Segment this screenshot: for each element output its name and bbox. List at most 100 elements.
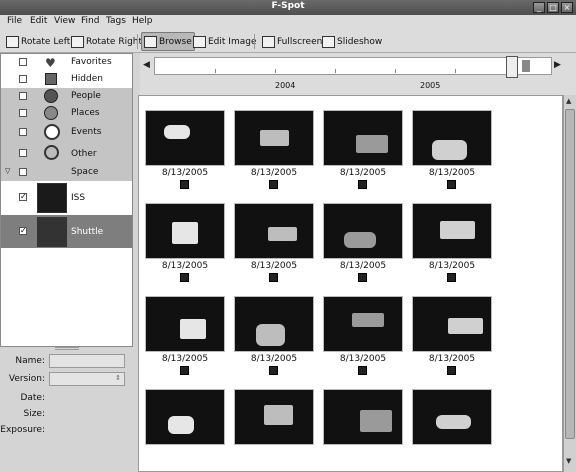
- shuttle-tag-icon: [269, 180, 278, 189]
- close-button[interactable]: ×: [561, 2, 573, 13]
- photo-cell[interactable]: [234, 389, 318, 471]
- tag-checkbox[interactable]: [19, 75, 27, 83]
- photo-thumbnail[interactable]: [412, 110, 492, 166]
- photo-cell[interactable]: 8/13/2005: [412, 110, 496, 200]
- tag-checkbox[interactable]: [19, 109, 27, 117]
- tag-row-people[interactable]: People: [1, 88, 132, 105]
- tag-row-shuttle[interactable]: ✓ Shuttle: [1, 215, 132, 248]
- slideshow-label: Slideshow: [337, 36, 383, 47]
- tag-checkbox[interactable]: ✓: [19, 193, 27, 201]
- tag-row-space[interactable]: ▽ Space: [1, 164, 132, 181]
- photo-thumbnail[interactable]: [234, 389, 314, 445]
- rotate-right-button[interactable]: Rotate Right: [69, 32, 144, 51]
- timeline-right-arrow-icon[interactable]: ▶: [554, 60, 561, 70]
- photo-subject: [352, 313, 384, 327]
- shuttle-tag-icon: [447, 180, 456, 189]
- scroll-down-icon[interactable]: ▼: [566, 457, 571, 465]
- tag-row-events[interactable]: Events: [1, 122, 132, 142]
- minimize-button[interactable]: _: [533, 2, 545, 13]
- rotate-left-label: Rotate Left: [21, 36, 71, 47]
- heart-icon: ♥: [45, 56, 56, 70]
- version-select[interactable]: ⇕: [49, 372, 125, 386]
- menu-file[interactable]: File: [7, 16, 22, 26]
- slideshow-button[interactable]: Slideshow: [320, 32, 384, 51]
- photo-subject: [268, 227, 297, 241]
- photo-cell[interactable]: 8/13/2005: [323, 203, 407, 293]
- edit-image-button[interactable]: Edit Image: [191, 32, 258, 51]
- tag-label: Hidden: [71, 74, 103, 84]
- photo-thumbnail[interactable]: [412, 389, 492, 445]
- menu-tags[interactable]: Tags: [106, 16, 126, 26]
- photo-cell[interactable]: 8/13/2005: [323, 110, 407, 200]
- photo-thumbnail[interactable]: [145, 110, 225, 166]
- photo-date: 8/13/2005: [250, 168, 298, 178]
- tag-checkbox[interactable]: [19, 92, 27, 100]
- name-field[interactable]: [49, 354, 125, 368]
- photo-cell[interactable]: [412, 389, 496, 471]
- timeline-track[interactable]: [154, 56, 552, 78]
- photo-cell[interactable]: 8/13/2005: [234, 296, 318, 386]
- timeline-left-arrow-icon[interactable]: ◀: [143, 60, 150, 70]
- maximize-button[interactable]: □: [547, 2, 559, 13]
- photo-thumbnail[interactable]: [412, 203, 492, 259]
- tag-checkbox[interactable]: [19, 149, 27, 157]
- iss-thumbnail: [37, 183, 67, 213]
- photo-cell[interactable]: 8/13/2005: [145, 296, 229, 386]
- photo-thumbnail[interactable]: [234, 296, 314, 352]
- fullscreen-icon: [262, 35, 275, 48]
- photo-thumbnail[interactable]: [234, 110, 314, 166]
- tag-row-other[interactable]: Other: [1, 142, 132, 164]
- menu-help[interactable]: Help: [132, 16, 153, 26]
- photo-thumbnail[interactable]: [323, 203, 403, 259]
- browse-button[interactable]: Browse: [141, 32, 195, 51]
- scrollbar-thumb[interactable]: [565, 109, 575, 439]
- toolbar: Rotate Left Rotate Right Browse Edit Ima…: [0, 30, 576, 53]
- vertical-scrollbar[interactable]: ▲ ▼: [563, 95, 576, 472]
- photo-cell[interactable]: 8/13/2005: [412, 296, 496, 386]
- tag-row-favorites[interactable]: ♥ Favorites: [1, 54, 132, 71]
- photo-cell[interactable]: 8/13/2005: [145, 203, 229, 293]
- rotate-left-button[interactable]: Rotate Left: [4, 32, 72, 51]
- menu-view[interactable]: View: [54, 16, 75, 26]
- tag-checkbox[interactable]: ✓: [19, 227, 27, 235]
- tag-row-places[interactable]: Places: [1, 105, 132, 122]
- browse-icon: [144, 35, 157, 48]
- photo-subject: [256, 324, 285, 346]
- photo-cell[interactable]: [145, 389, 229, 471]
- timeline-year: 2005: [420, 81, 441, 90]
- menu-find[interactable]: Find: [81, 16, 99, 26]
- photo-cell[interactable]: [323, 389, 407, 471]
- photo-cell[interactable]: 8/13/2005: [234, 203, 318, 293]
- timeline-tick: [395, 69, 396, 73]
- menu-edit[interactable]: Edit: [30, 16, 47, 26]
- photo-cell[interactable]: 8/13/2005: [412, 203, 496, 293]
- version-label: Version:: [8, 374, 45, 384]
- photo-date: 8/13/2005: [161, 168, 209, 178]
- photo-thumbnail[interactable]: [412, 296, 492, 352]
- tag-checkbox[interactable]: [19, 58, 27, 66]
- photo-thumbnail[interactable]: [145, 296, 225, 352]
- tag-row-iss[interactable]: ✓ ISS: [1, 181, 132, 215]
- photo-thumbnail[interactable]: [145, 203, 225, 259]
- photo-date: 8/13/2005: [161, 261, 209, 271]
- expander-icon[interactable]: ▽: [5, 167, 10, 175]
- photo-thumbnail[interactable]: [323, 110, 403, 166]
- photo-thumbnail[interactable]: [145, 389, 225, 445]
- timeline-glass[interactable]: [506, 56, 518, 78]
- tag-checkbox[interactable]: [19, 168, 27, 176]
- photo-cell[interactable]: 8/13/2005: [323, 296, 407, 386]
- photo-date: 8/13/2005: [428, 168, 476, 178]
- scroll-up-icon[interactable]: ▲: [566, 97, 571, 105]
- tag-row-hidden[interactable]: Hidden: [1, 71, 132, 88]
- photo-thumbnail[interactable]: [234, 203, 314, 259]
- photo-thumbnail[interactable]: [323, 296, 403, 352]
- other-icon: [44, 145, 59, 160]
- tag-checkbox[interactable]: [19, 128, 27, 136]
- shuttle-tag-icon: [447, 273, 456, 282]
- photo-thumbnail[interactable]: [323, 389, 403, 445]
- photo-cell[interactable]: 8/13/2005: [145, 110, 229, 200]
- fullscreen-button[interactable]: Fullscreen: [260, 32, 324, 51]
- photo-cell[interactable]: 8/13/2005: [234, 110, 318, 200]
- photo-subject: [360, 410, 392, 432]
- photo-subject: [180, 319, 206, 339]
